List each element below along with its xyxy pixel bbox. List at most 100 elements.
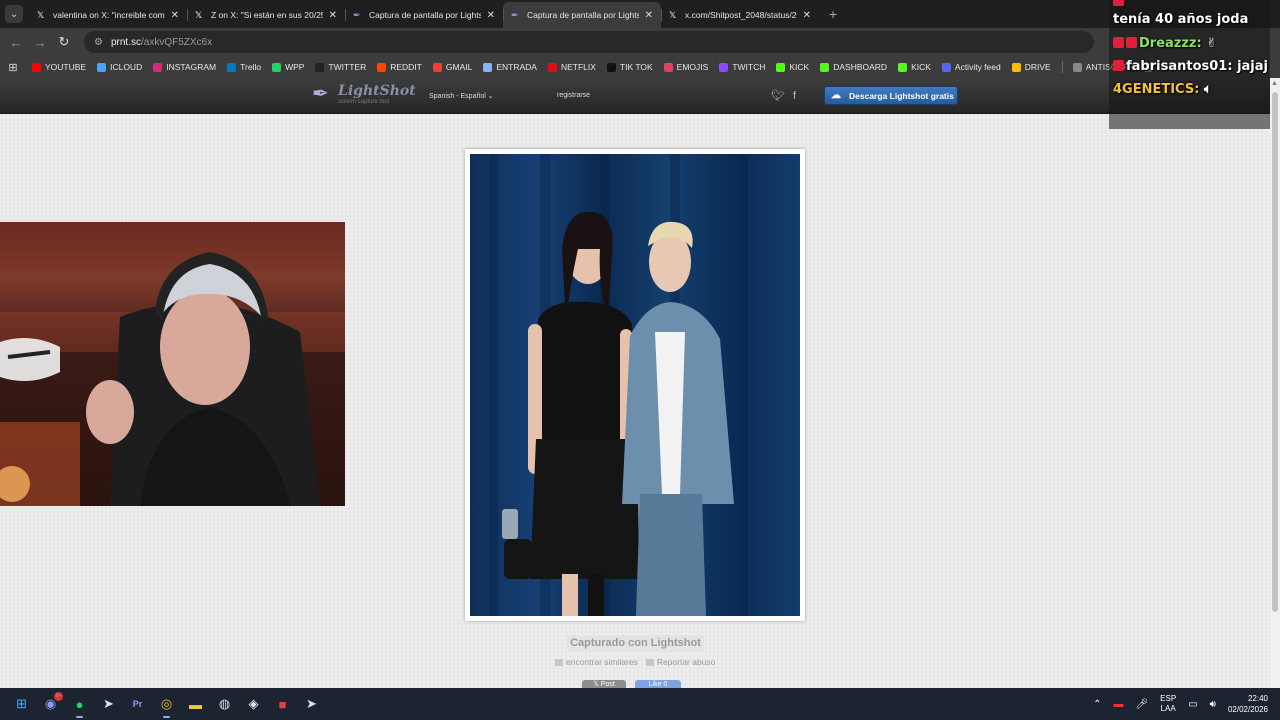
tab-0[interactable]: 𝕏 valentina on X: "increible como ✕ — [29, 2, 187, 28]
bookmark-item[interactable]: KICK — [776, 62, 809, 72]
flag-icon — [645, 659, 654, 667]
language-code: ESP — [1160, 694, 1177, 703]
bookmark-item[interactable]: WPP — [272, 62, 304, 72]
tray-app-icon[interactable]: ▬ — [1113, 699, 1123, 710]
bookmark-item[interactable]: NETFLIX — [547, 62, 596, 72]
chat-message: tenía 40 años joda — [1109, 12, 1248, 27]
bookmark-favicon-icon — [32, 62, 41, 72]
steam-icon[interactable]: ➤ — [297, 690, 326, 719]
bookmark-item[interactable]: DRIVE — [1011, 62, 1051, 72]
image-icon — [555, 659, 563, 667]
microphone-icon[interactable]: 🎤︎ — [1135, 699, 1148, 710]
bookmark-favicon-icon — [547, 62, 557, 72]
bookmark-item[interactable]: DASHBOARD — [820, 62, 887, 72]
register-link[interactable]: registrarse — [557, 92, 590, 99]
bookmark-item[interactable]: EMOJIS — [663, 62, 708, 72]
windows-taskbar: ⊞ ◉ 9+ ● ➤ Pr ◎ ▬ ◍ ◈ ■ ➤ ⌃ ▬ 🎤︎ ESP LAA … — [0, 688, 1280, 720]
bookmark-item[interactable]: Trello — [227, 62, 261, 72]
lightshot-logo[interactable]: ✒ LightShot screen capture tool — [312, 83, 416, 105]
app-icon[interactable]: ■ — [268, 690, 297, 719]
epic-games-icon[interactable]: ◈ — [239, 690, 268, 719]
chat-username: Dreazzz: — [1139, 36, 1202, 51]
language-selector[interactable]: Spanish - Español ⌄ — [429, 92, 494, 100]
file-explorer-icon[interactable]: ▬ — [181, 690, 210, 719]
like-button[interactable]: Like 0 — [635, 680, 681, 688]
bookmark-item[interactable]: KICK — [898, 62, 931, 72]
reload-icon[interactable]: ↻ — [52, 34, 76, 50]
download-button[interactable]: ☁ Descarga Lightshot gratis — [824, 86, 958, 105]
image-actions: encontrar similares Reportar abuso — [555, 657, 723, 667]
obs-icon[interactable]: ◍ — [210, 690, 239, 719]
report-abuse-link[interactable]: Reportar abuso — [645, 657, 716, 667]
bookmark-item[interactable]: YOUTUBE — [32, 62, 86, 72]
close-tab-icon[interactable]: ✕ — [171, 10, 179, 21]
input-language[interactable]: ESP LAA — [1160, 694, 1176, 714]
new-tab-icon[interactable]: + — [829, 6, 837, 22]
tab-title: Captura de pantalla por Lightsh — [369, 10, 481, 20]
bookmark-favicon-icon — [1011, 62, 1021, 72]
premiere-pro-icon[interactable]: Pr — [123, 690, 152, 719]
facebook-icon[interactable]: f — [793, 90, 796, 102]
network-icon[interactable]: ▭ — [1188, 699, 1197, 710]
bookmark-item[interactable]: INSTAGRAM — [153, 62, 216, 72]
bookmark-item[interactable]: Activity feed — [941, 62, 1001, 72]
badge-icon — [1113, 60, 1124, 71]
bookmark-item[interactable]: GMAIL — [432, 62, 472, 72]
photo-content — [490, 154, 748, 616]
speaker-icon: 🔈︎ — [1203, 82, 1212, 97]
chevron-up-icon[interactable]: ⌃ — [1093, 699, 1101, 710]
scrollbar-thumb[interactable] — [1272, 92, 1278, 612]
scroll-up-icon[interactable]: ▲ — [1271, 80, 1278, 87]
find-similar-link[interactable]: encontrar similares — [555, 657, 638, 667]
steam-icon[interactable]: ➤ — [94, 690, 123, 719]
chevron-down-icon: ⌄ — [487, 93, 494, 100]
spotify-icon[interactable]: ● — [65, 690, 94, 719]
twitter-bird-icon[interactable]: 🐦︎ — [771, 90, 785, 102]
bookmark-item[interactable]: TIK TOK — [606, 62, 653, 72]
lightshot-header: ✒ LightShot screen capture tool Spanish … — [0, 78, 1280, 114]
chrome-icon[interactable]: ◎ — [152, 690, 181, 719]
bookmark-favicon-icon — [153, 62, 163, 72]
screenshot-image[interactable] — [470, 154, 800, 616]
clock[interactable]: 22:40 02/02/2026 — [1228, 693, 1268, 715]
forward-icon[interactable]: → — [28, 35, 52, 50]
close-tab-icon[interactable]: ✕ — [487, 10, 495, 21]
tab-4[interactable]: 𝕏 x.com/Shitpost_2048/status/20 ✕ — [661, 2, 819, 28]
url-path: /axkvQF5ZXc6x — [140, 36, 213, 48]
bookmark-item[interactable]: TWITCH — [719, 62, 765, 72]
close-tab-icon[interactable]: ✕ — [645, 10, 653, 21]
back-icon[interactable]: ← — [4, 35, 28, 50]
emote-icon: ✌ — [1206, 36, 1218, 51]
bookmark-favicon-icon — [483, 62, 493, 72]
bookmark-favicon-icon — [941, 62, 951, 72]
bookmark-label: DRIVE — [1024, 62, 1051, 72]
report-abuse-label: Reportar abuso — [656, 657, 716, 667]
bookmark-item[interactable]: REDDIT — [377, 62, 422, 72]
bookmark-label: REDDIT — [390, 62, 422, 72]
page-scrollbar[interactable]: ▲ — [1270, 78, 1280, 688]
close-tab-icon[interactable]: ✕ — [329, 10, 337, 21]
bookmark-favicon-icon — [377, 62, 387, 72]
bookmark-label: YOUTUBE — [45, 62, 87, 72]
bookmark-item[interactable]: ENTRADA — [483, 62, 537, 72]
tab-1[interactable]: 𝕏 Z on X: "Si están en sus 20/25 y ✕ — [187, 2, 345, 28]
apps-grid-icon[interactable]: ⊞ — [2, 61, 24, 74]
bookmark-item[interactable]: ICLOUD — [97, 62, 142, 72]
address-bar[interactable]: ⚙ prnt.sc/axkvQF5ZXc6x — [84, 31, 1094, 53]
captured-with-lightshot-label[interactable]: Capturado con Lightshot — [567, 635, 704, 652]
post-button[interactable]: 𝕏 Post — [582, 680, 626, 688]
tab-search-icon[interactable]: ⌄ — [5, 5, 23, 23]
chat-message-partial — [1109, 0, 1126, 9]
tab-strip: ⌄ 𝕏 valentina on X: "increible como ✕ 𝕏 … — [0, 0, 1280, 28]
close-tab-icon[interactable]: ✕ — [803, 10, 811, 21]
windows-start-icon[interactable]: ⊞ — [7, 690, 36, 719]
tab-3-active[interactable]: ✒ Captura de pantalla por Lightsh ✕ — [503, 2, 661, 28]
download-label: Descarga Lightshot gratis — [849, 90, 954, 101]
tab-2[interactable]: ✒ Captura de pantalla por Lightsh ✕ — [345, 2, 503, 28]
volume-icon[interactable]: 🔊︎ — [1210, 699, 1216, 710]
discord-icon[interactable]: ◉ 9+ — [36, 690, 65, 719]
site-info-icon[interactable]: ⚙ — [94, 37, 103, 48]
tab-title: x.com/Shitpost_2048/status/20 — [685, 10, 797, 20]
bookmark-item[interactable]: TWITTER — [315, 62, 366, 72]
stream-chat-overlay: tenía 40 años joda Dreazzz: ✌ fabrisanto… — [1109, 0, 1270, 129]
